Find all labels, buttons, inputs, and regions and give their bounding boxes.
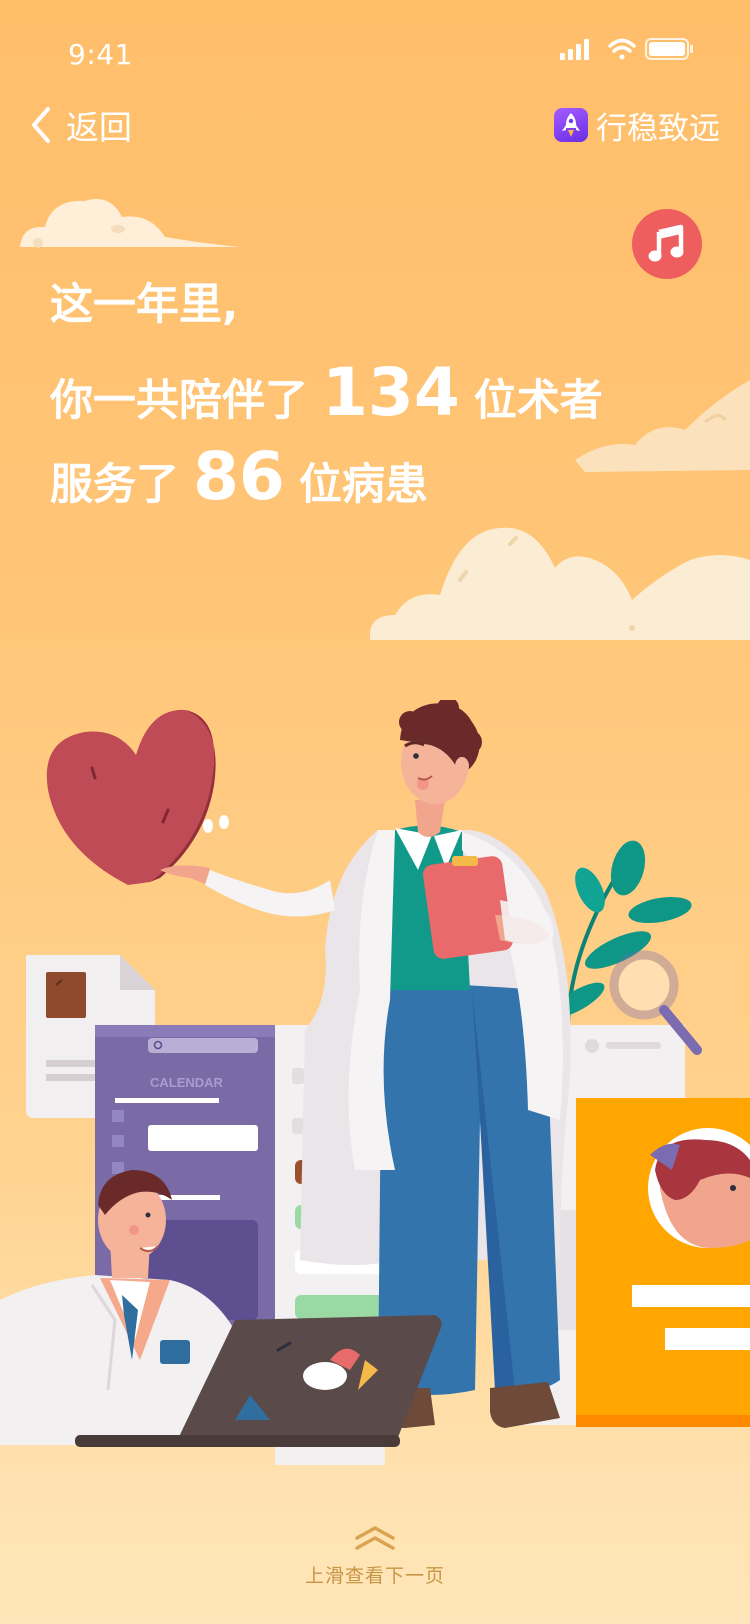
swipe-hint-text: 上滑查看下一页 xyxy=(304,1565,445,1587)
calendar-label: CALENDAR xyxy=(150,1075,224,1090)
summary-line-3: 服务了 86 位病患 xyxy=(50,438,603,522)
rocket-icon xyxy=(554,108,588,142)
profile-card xyxy=(576,1098,750,1427)
music-note-icon xyxy=(648,224,684,262)
heart-icon xyxy=(46,709,229,885)
wifi-icon xyxy=(608,38,636,60)
double-chevron-up-icon[interactable] xyxy=(352,1525,398,1555)
status-icons xyxy=(560,38,693,60)
year-summary: 这一年里, 你一共陪伴了 134 位术者 服务了 86 位病患 xyxy=(50,270,603,522)
patients-prefix: 服务了 xyxy=(50,460,179,510)
back-button[interactable]: 返回 xyxy=(28,100,132,150)
doctor-illustration: CALENDAR xyxy=(0,700,750,1500)
signal-icon xyxy=(560,39,589,60)
battery-icon xyxy=(645,38,693,60)
operators-suffix: 位术者 xyxy=(473,376,603,426)
summary-intro: 这一年里, xyxy=(50,280,239,330)
patients-suffix: 位病患 xyxy=(298,460,428,510)
cloud-right-lower xyxy=(370,527,750,640)
status-time: 9:41 xyxy=(68,38,133,71)
clipboard xyxy=(423,856,513,959)
app-badge: 行稳致远 xyxy=(554,100,720,150)
summary-line-2: 你一共陪伴了 134 位术者 xyxy=(50,354,603,438)
app-name: 行稳致远 xyxy=(596,110,720,147)
chevron-left-icon xyxy=(32,107,50,143)
music-button[interactable] xyxy=(632,209,702,279)
operators-prefix: 你一共陪伴了 xyxy=(50,376,308,426)
cloud-left xyxy=(0,199,240,248)
operators-count: 134 xyxy=(322,354,460,431)
patients-count: 86 xyxy=(193,438,285,515)
back-label: 返回 xyxy=(66,108,132,147)
swipe-hint: 上滑查看下一页 xyxy=(0,1525,750,1588)
summary-line-1: 这一年里, xyxy=(50,270,603,354)
